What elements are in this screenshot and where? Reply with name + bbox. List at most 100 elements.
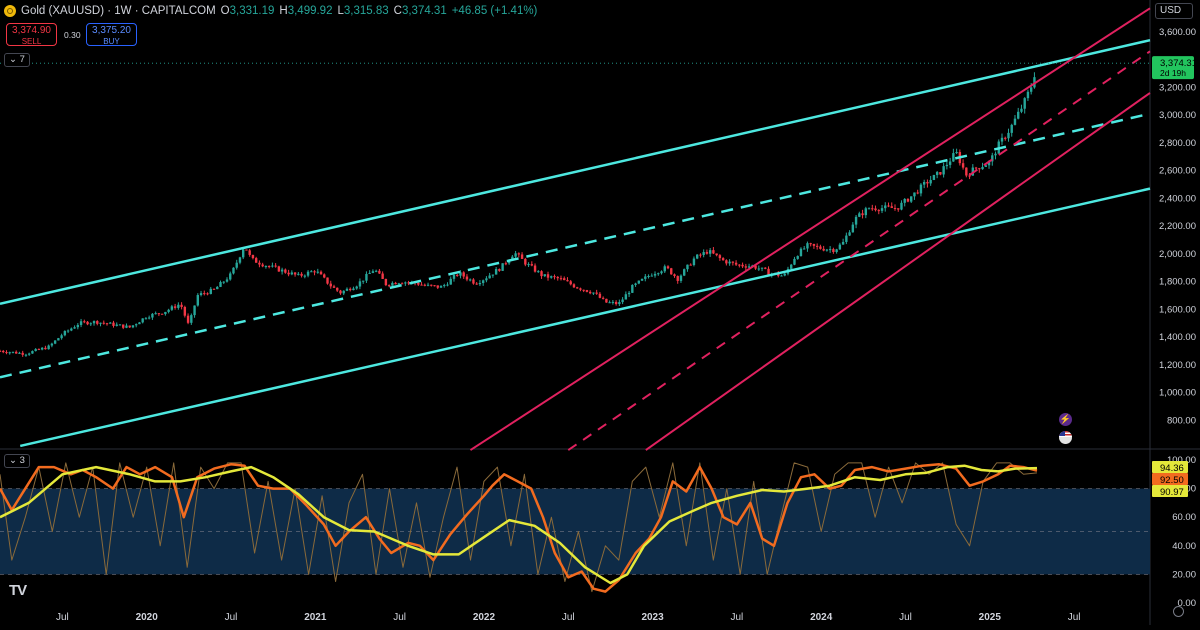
- main-indicators-toggle[interactable]: ⌄ 7: [4, 53, 30, 67]
- candle-body: [378, 270, 381, 274]
- candle-body: [92, 321, 96, 324]
- candle-body: [261, 264, 264, 267]
- cyan-trend-line: [0, 112, 1151, 379]
- lower-indicators-toggle[interactable]: ⌄ 3: [4, 454, 30, 468]
- candle-body: [867, 208, 871, 210]
- candle-body: [582, 289, 585, 291]
- x-tick-label: 2025: [979, 612, 1002, 623]
- candle-body: [196, 295, 200, 306]
- candle-body: [731, 261, 735, 263]
- candle-body: [287, 272, 290, 275]
- candle-body: [394, 282, 397, 285]
- candle-body: [929, 179, 932, 184]
- x-tick-label: Jul: [56, 612, 69, 623]
- candle-body: [109, 322, 112, 324]
- candle-body: [456, 274, 459, 276]
- candle-body: [381, 273, 384, 279]
- chart-svg[interactable]: 800.00 1,000.00 1,200.00 1,400.00 1,600.00 1,…: [0, 0, 1200, 625]
- candle-body: [170, 306, 174, 310]
- settings-icon[interactable]: [1173, 606, 1184, 617]
- candle-body: [718, 255, 722, 259]
- currency-button[interactable]: USD: [1155, 3, 1193, 19]
- candle-body: [537, 271, 540, 273]
- candle-body: [277, 266, 281, 272]
- buy-button[interactable]: 3,375.20 BUY: [86, 23, 137, 46]
- candle-body: [468, 279, 472, 281]
- candle-body: [627, 292, 631, 295]
- candle-body: [932, 174, 936, 180]
- candle-body: [965, 167, 968, 176]
- sell-button[interactable]: 3,374.90 SELL: [6, 23, 57, 46]
- candle-body: [838, 244, 842, 250]
- candle-body: [34, 349, 37, 352]
- candle-body: [238, 257, 242, 263]
- candle-body: [926, 181, 929, 184]
- candle-body: [504, 263, 508, 265]
- oscillator-value: 94.36: [1160, 463, 1184, 474]
- candle-body: [245, 249, 248, 251]
- candle-body: [417, 282, 420, 285]
- candle-body: [601, 297, 605, 299]
- candle-body: [0, 350, 2, 352]
- candle-body: [663, 266, 666, 272]
- candle-body: [897, 208, 900, 210]
- candle-body: [57, 338, 60, 341]
- candle-body: [222, 281, 225, 283]
- candle-body: [160, 313, 164, 315]
- x-tick-label: Jul: [730, 612, 743, 623]
- candle-body: [199, 293, 203, 296]
- gold-logo-icon: [4, 5, 16, 17]
- tradingview-logo-icon[interactable]: TV: [9, 582, 27, 599]
- x-tick-label: 2020: [136, 612, 159, 623]
- candle-body: [404, 282, 407, 284]
- candle-body: [533, 265, 537, 272]
- buy-label: BUY: [103, 37, 120, 46]
- candle-body: [738, 264, 741, 266]
- cyan-trend-line: [0, 38, 1151, 305]
- candle-body: [955, 152, 958, 154]
- candle-body: [86, 321, 89, 325]
- candle-body: [540, 271, 543, 277]
- candle-body: [592, 292, 595, 294]
- candle-body: [336, 287, 339, 291]
- candle-body: [96, 321, 99, 324]
- candle-body: [760, 267, 764, 269]
- candle-body: [819, 246, 822, 249]
- candle-body: [18, 352, 21, 354]
- candle-body: [128, 325, 131, 328]
- candle-body: [913, 192, 916, 197]
- ohlc-change: +46.85 (+1.41%): [451, 5, 538, 17]
- candle-body: [900, 202, 903, 210]
- lightning-event-icon[interactable]: ⚡: [1059, 413, 1072, 426]
- candle-body: [812, 243, 816, 246]
- candle-body: [559, 278, 563, 280]
- candle-body: [741, 264, 744, 267]
- candle-body: [764, 267, 767, 269]
- candle-body: [576, 287, 579, 289]
- candle-body: [141, 318, 144, 323]
- candle-body: [524, 258, 527, 265]
- chart-stage[interactable]: 800.00 1,000.00 1,200.00 1,400.00 1,600.00 1,…: [0, 0, 1200, 625]
- candle-body: [520, 254, 524, 259]
- candle-body: [316, 271, 319, 273]
- candle-body: [258, 262, 261, 265]
- candle-body: [368, 272, 371, 274]
- candle-body: [1023, 98, 1026, 109]
- sell-price: 3,374.90: [12, 25, 51, 36]
- candle-body: [319, 271, 323, 275]
- us-flag-event-icon[interactable]: [1059, 431, 1072, 444]
- candle-body: [884, 205, 887, 209]
- y-tick-label: 1,600.00: [1159, 304, 1196, 315]
- candle-body: [585, 290, 589, 292]
- candle-body: [209, 288, 212, 294]
- symbol-title[interactable]: Gold (XAUUSD) · 1W · CAPITALCOM: [21, 5, 216, 17]
- candle-body: [676, 276, 679, 281]
- candle-body: [310, 271, 313, 273]
- candle-body: [280, 269, 284, 272]
- candle-body: [485, 278, 488, 281]
- candle-body: [825, 249, 829, 251]
- candle-body: [702, 252, 705, 255]
- candle-body: [2, 350, 5, 353]
- candle-body: [232, 267, 235, 274]
- candle-body: [144, 318, 148, 320]
